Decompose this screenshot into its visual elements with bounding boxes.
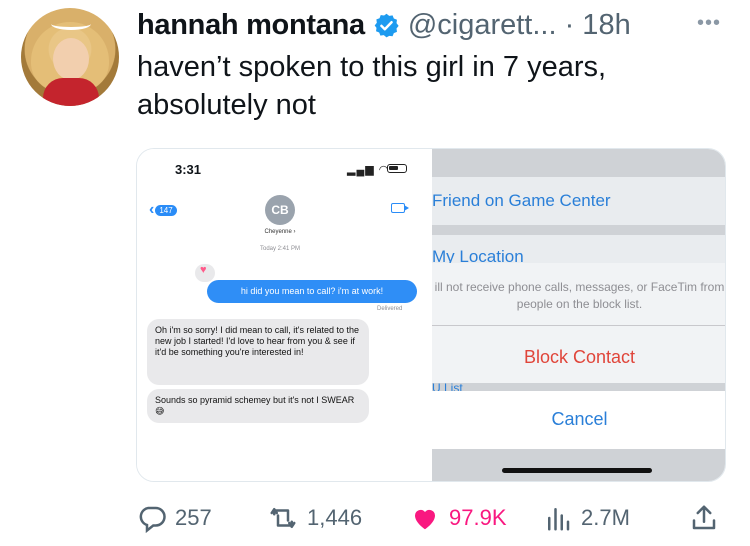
reply-button[interactable]: 257	[137, 498, 212, 538]
retweet-button[interactable]: 1,446	[267, 498, 362, 538]
video-call-icon	[391, 203, 409, 213]
messages-screenshot: 3:31 ▂▄▆ ◠ ‹ 147 CB Cheyenne › Today 2:4…	[137, 149, 432, 481]
more-options-icon[interactable]: •••	[697, 12, 721, 35]
display-name[interactable]: hannah montana	[137, 9, 365, 42]
handle-and-time[interactable]: @cigarett... · 18h	[408, 9, 631, 42]
view-count: 2.7M	[581, 505, 630, 530]
chevron-left-icon: ‹	[149, 201, 155, 218]
cancel-card: Cancel	[432, 391, 725, 449]
block-contact-button: Block Contact	[523, 347, 636, 367]
heart-filled-icon	[415, 509, 435, 530]
friend-row: Friend on Game Center	[432, 177, 725, 225]
battery-icon	[387, 164, 407, 173]
back-button: ‹ 147	[149, 201, 177, 219]
views-button[interactable]: 2.7M	[543, 498, 630, 538]
heart-reaction-icon	[195, 264, 215, 282]
delivered-label: Delivered	[377, 306, 403, 312]
my-location-row: My Location	[432, 235, 725, 263]
incoming-message: Oh i'm so sorry! I did mean to call, it'…	[147, 319, 369, 385]
my-location-label: My Location	[432, 247, 524, 263]
avatar-tiara	[51, 18, 91, 30]
like-count: 97.9K	[449, 505, 507, 530]
block-warning-text: ill not receive phone calls, messages, o…	[434, 280, 725, 311]
share-button[interactable]	[689, 498, 727, 538]
reply-icon	[139, 506, 166, 533]
unread-badge: 147	[155, 204, 177, 216]
contact-name: Cheyenne ›	[264, 229, 296, 235]
ios-status-bar: 3:31 ▂▄▆ ◠	[137, 149, 432, 189]
avatar-shirt	[43, 78, 99, 106]
profile-avatar[interactable]	[21, 8, 119, 106]
verified-badge-icon	[374, 13, 399, 37]
reply-count: 257	[175, 505, 212, 530]
tweet-header: hannah montana @cigarett... · 18h	[137, 5, 737, 45]
contact-avatar: CB	[265, 195, 295, 225]
retweet-icon	[270, 508, 296, 528]
tweet-media[interactable]: 3:31 ▂▄▆ ◠ ‹ 147 CB Cheyenne › Today 2:4…	[136, 148, 726, 482]
like-button[interactable]: 97.9K	[409, 498, 507, 538]
status-time: 3:31	[175, 162, 202, 177]
avatar-face	[53, 38, 89, 80]
incoming-message: Sounds so pyramid schemey but it's not I…	[147, 389, 369, 423]
tweet-actions: 257 1,446 97.9K 2.7M	[137, 498, 727, 538]
tweet-text: haven’t spoken to this girl in 7 years, …	[137, 51, 607, 121]
block-action-card: ill not receive phone calls, messages, o…	[432, 263, 725, 383]
home-indicator	[502, 468, 652, 473]
block-contact-screenshot: Friend on Game Center My Location ill no…	[432, 149, 725, 481]
signal-wifi-icon: ▂▄▆ ◠	[347, 164, 390, 176]
cancel-button: Cancel	[551, 409, 608, 429]
bar-chart-icon	[548, 508, 570, 531]
friend-row-label: Friend on Game Center	[432, 191, 611, 210]
outgoing-message: hi did you mean to call? i'm at work!	[207, 280, 417, 303]
divider	[432, 325, 725, 326]
retweet-count: 1,446	[307, 505, 363, 530]
message-date: Today 2:41 PM	[259, 246, 301, 252]
share-icon	[692, 505, 716, 530]
